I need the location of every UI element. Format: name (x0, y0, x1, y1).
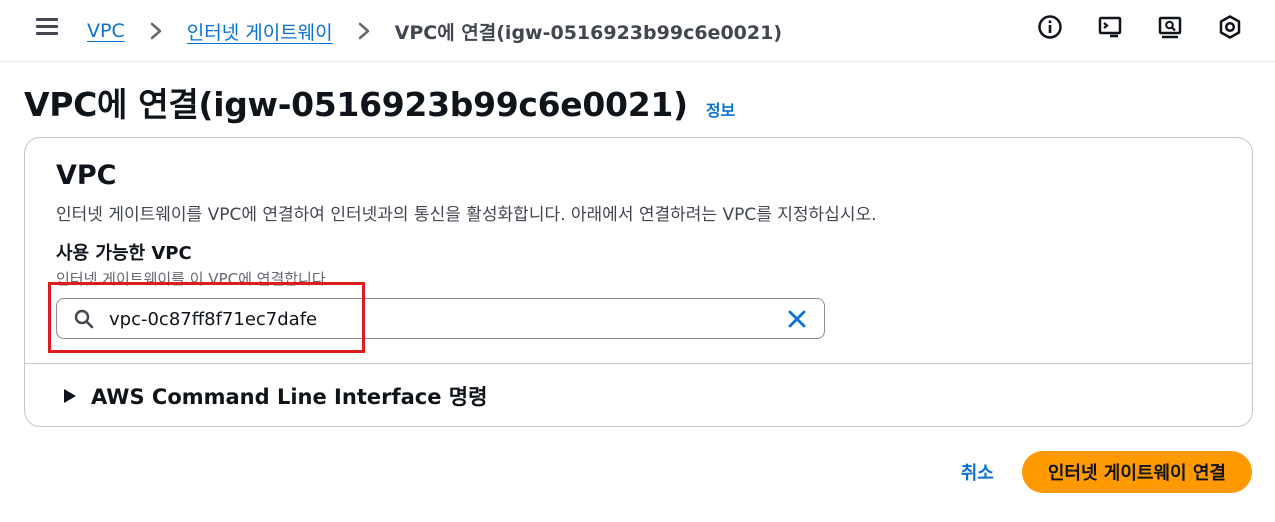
settings-icon[interactable] (1217, 14, 1243, 40)
cancel-button[interactable]: 취소 (961, 459, 994, 485)
card-title: VPC (56, 160, 117, 191)
top-navigation: VPC 인터넷 게이트웨이 VPC에 연결(igw-0516923b99c6e0… (0, 0, 1275, 62)
vpc-select-field[interactable] (56, 298, 825, 339)
breadcrumb-current: VPC에 연결(igw-0516923b99c6e0021) (394, 21, 783, 44)
breadcrumb-vpc[interactable]: VPC (87, 20, 125, 42)
search-icon (74, 309, 94, 329)
close-icon[interactable] (786, 308, 808, 330)
chevron-right-icon (358, 22, 369, 40)
field-hint: 인터넷 게이트웨이를 이 VPC에 연결합니다. (56, 270, 331, 288)
breadcrumb: VPC 인터넷 게이트웨이 VPC에 연결(igw-0516923b99c6e0… (87, 17, 782, 45)
vpc-container: VPC 인터넷 게이트웨이를 VPC에 연결하여 인터넷과의 통신을 활성화합니… (24, 137, 1253, 427)
info-icon[interactable] (1037, 14, 1063, 40)
menu-icon[interactable] (36, 18, 58, 36)
expander-label: AWS Command Line Interface 명령 (91, 385, 488, 409)
chevron-right-icon (150, 22, 161, 40)
info-link[interactable]: 정보 (706, 97, 735, 121)
cloudshell-icon[interactable] (1097, 14, 1123, 40)
cli-command-expander[interactable]: AWS Command Line Interface 명령 (64, 381, 487, 411)
form-actions: 취소 인터넷 게이트웨이 연결 (961, 451, 1252, 493)
feedback-icon[interactable] (1157, 14, 1183, 40)
attach-internet-gateway-button[interactable]: 인터넷 게이트웨이 연결 (1021, 451, 1252, 493)
vpc-search-input[interactable] (109, 305, 769, 333)
header-tools (1037, 14, 1243, 40)
field-label: 사용 가능한 VPC (56, 243, 192, 264)
page-header: VPC에 연결(igw-0516923b99c6e0021) 정보 (24, 78, 735, 126)
caret-right-icon (64, 389, 76, 403)
divider (25, 363, 1252, 364)
page-title: VPC에 연결(igw-0516923b99c6e0021) (24, 85, 688, 124)
breadcrumb-internet-gateway[interactable]: 인터넷 게이트웨이 (187, 18, 333, 45)
card-description: 인터넷 게이트웨이를 VPC에 연결하여 인터넷과의 통신을 활성화합니다. 아… (56, 205, 877, 225)
